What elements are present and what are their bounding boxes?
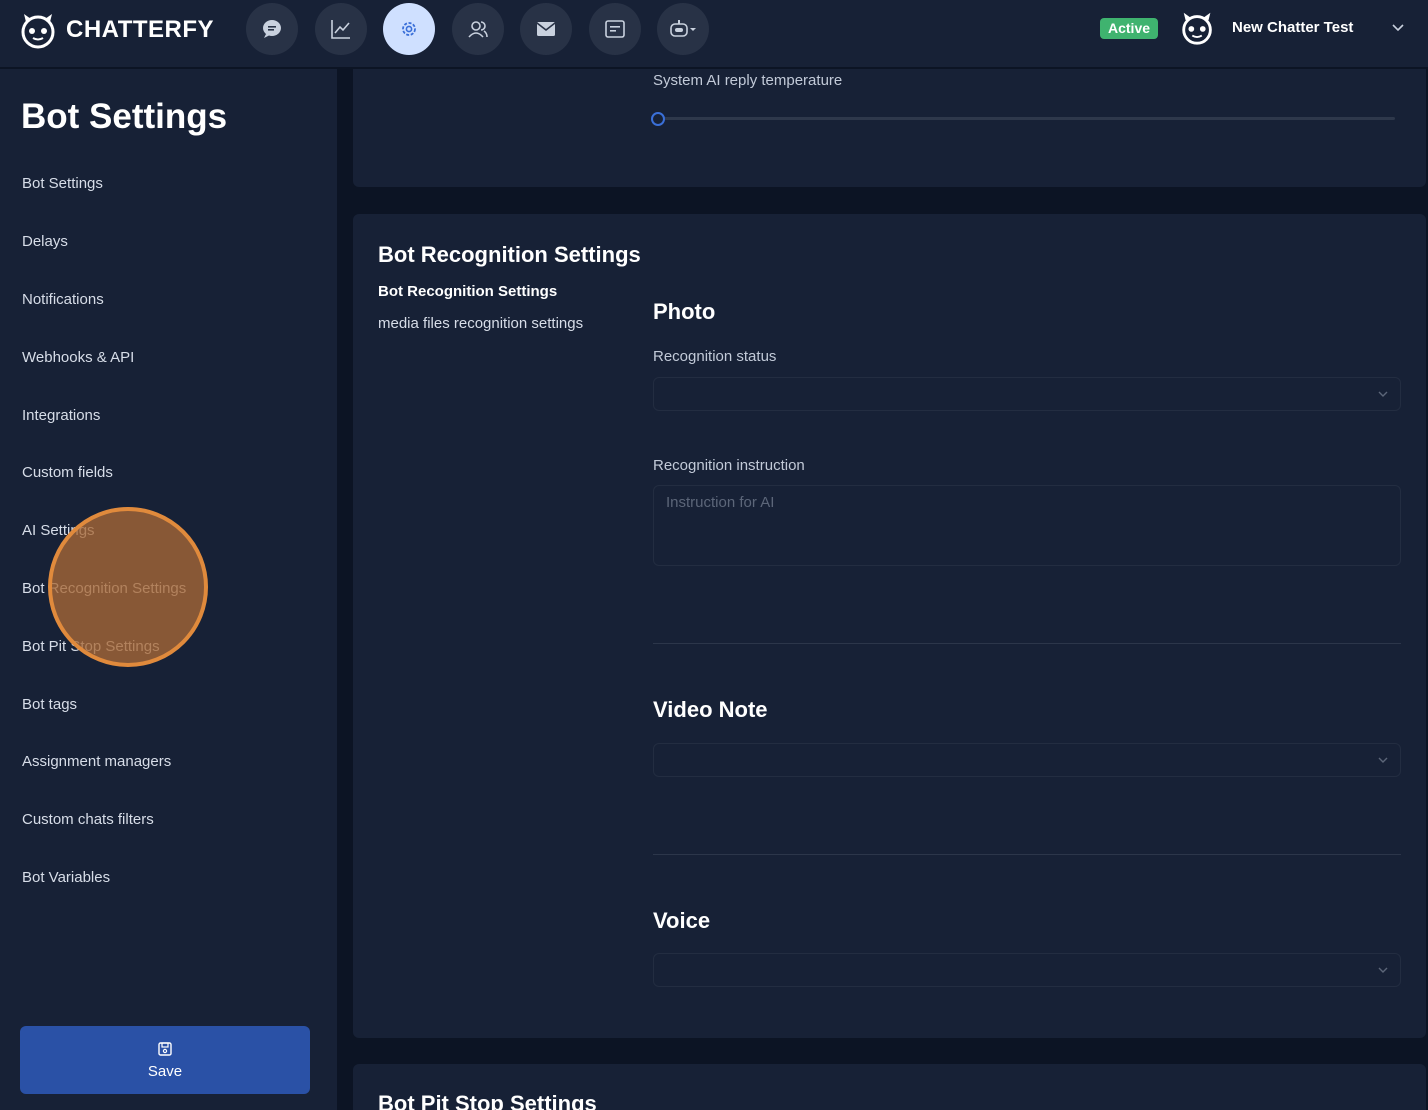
sidebar-item-integrations[interactable]: Integrations: [22, 407, 100, 424]
pit-stop-section-title: Bot Pit Stop Settings: [378, 1091, 597, 1110]
nav-mail-button[interactable]: [520, 3, 572, 55]
nav-analytics-button[interactable]: [315, 3, 367, 55]
nav-chats-button[interactable]: [246, 3, 298, 55]
video-note-divider: [653, 854, 1401, 855]
settings-gear-icon: [402, 22, 416, 36]
analytics-chart-icon: [331, 20, 350, 39]
video-note-recognition-select[interactable]: [653, 743, 1401, 777]
chevron-down-icon[interactable]: [1390, 20, 1406, 36]
sidebar-item-notifications[interactable]: Notifications: [22, 291, 104, 308]
click-indicator: [48, 507, 208, 667]
temperature-label: System AI reply temperature: [653, 72, 843, 89]
save-label: Save: [147, 1062, 183, 1080]
nav-settings-button[interactable]: [383, 3, 435, 55]
bot-recognition-card: [353, 214, 1426, 1038]
sidebar-item-bot-tags[interactable]: Bot tags: [22, 696, 77, 713]
recognition-section-title: Bot Recognition Settings: [378, 242, 641, 267]
sidebar-item-bot-variables[interactable]: Bot Variables: [22, 869, 110, 886]
recognition-instruction-textarea[interactable]: Instruction for AI: [653, 485, 1401, 566]
app-name: CHATTERFY: [66, 16, 215, 43]
recognition-subnav-active[interactable]: Bot Recognition Settings: [378, 283, 557, 300]
sidebar-item-delays[interactable]: Delays: [22, 233, 68, 250]
user-avatar-icon[interactable]: [1178, 8, 1218, 48]
recognition-status-label: Recognition status: [653, 348, 777, 365]
save-button[interactable]: Save: [20, 1026, 310, 1094]
bot-logo-icon: [21, 14, 55, 49]
chat-bubble-icon: [263, 20, 281, 38]
video-note-title: Video Note: [653, 697, 768, 722]
chevron-down-icon: [1378, 967, 1388, 973]
ai-settings-card: [353, 69, 1426, 187]
bot-dropdown-icon: [670, 20, 696, 37]
recognition-subnav-media[interactable]: media files recognition settings: [378, 315, 583, 332]
chevron-down-icon: [1378, 391, 1388, 397]
temperature-slider-track[interactable]: [658, 117, 1395, 120]
photo-title: Photo: [653, 299, 716, 324]
nav-messages-button[interactable]: [589, 3, 641, 55]
sidebar-divider: [337, 69, 353, 1110]
sidebar-item-webhooks-api[interactable]: Webhooks & API: [22, 349, 134, 366]
sidebar-title: Bot Settings: [21, 97, 228, 136]
sidebar-item-assignment-managers[interactable]: Assignment managers: [22, 753, 171, 770]
chevron-down-icon: [1378, 757, 1388, 763]
recognition-instruction-label: Recognition instruction: [653, 457, 805, 474]
sidebar-item-custom-fields[interactable]: Custom fields: [22, 464, 113, 481]
photo-recognition-status-select[interactable]: [653, 377, 1401, 411]
nav-users-button[interactable]: [452, 3, 504, 55]
users-icon: [468, 21, 488, 38]
save-floppy-icon: [158, 1041, 172, 1056]
mail-icon: [536, 22, 556, 36]
sidebar-item-bot-settings[interactable]: Bot Settings: [22, 175, 103, 192]
voice-title: Voice: [653, 908, 711, 933]
photo-divider: [653, 643, 1401, 644]
voice-recognition-select[interactable]: [653, 953, 1401, 987]
status-badge: Active: [1100, 18, 1159, 39]
user-name[interactable]: New Chatter Test: [1232, 19, 1353, 36]
nav-bot-dropdown-button[interactable]: [657, 3, 709, 55]
message-square-icon: [605, 20, 625, 38]
sidebar-item-custom-chats-filters[interactable]: Custom chats filters: [22, 811, 154, 828]
temperature-slider-thumb[interactable]: [651, 112, 665, 126]
top-navbar: CHATTERFY Active New Chatter Test: [0, 0, 1428, 68]
app-logo[interactable]: CHATTERFY: [18, 8, 214, 52]
